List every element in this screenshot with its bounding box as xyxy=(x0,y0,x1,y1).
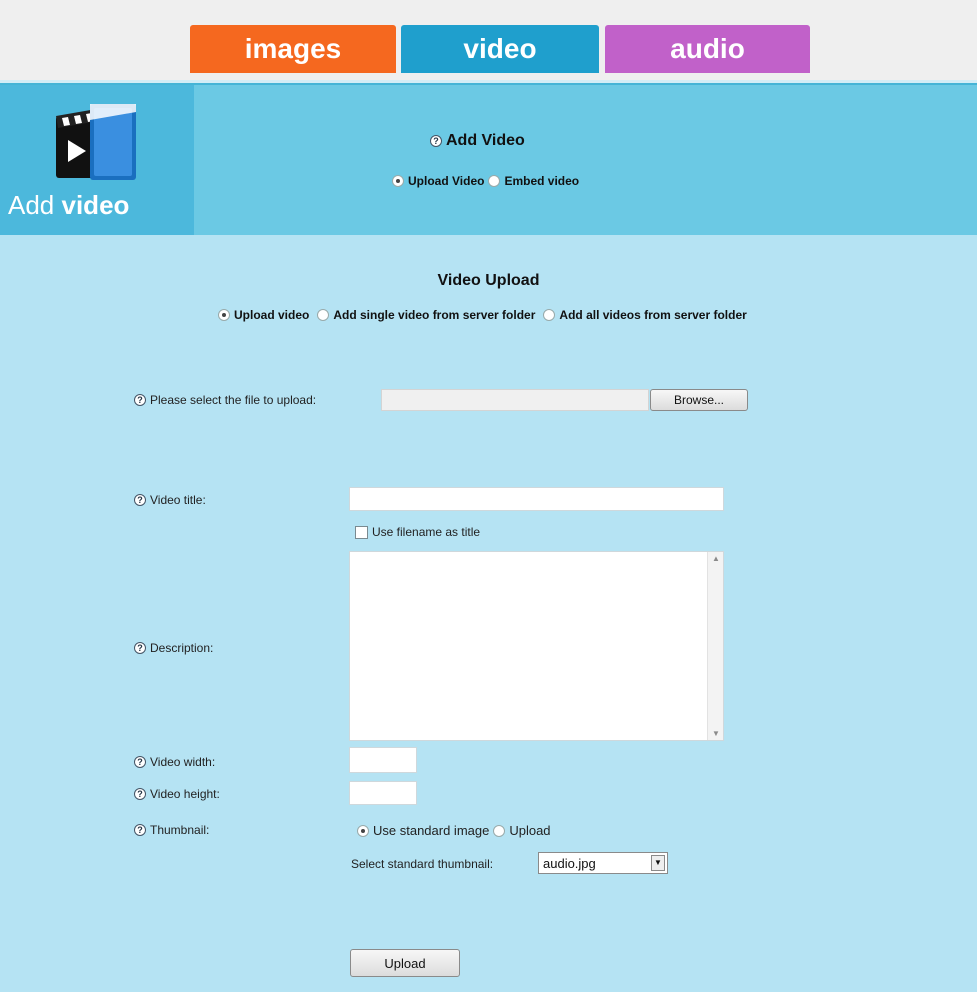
file-path-input[interactable] xyxy=(381,389,649,411)
title-label-text: Video title: xyxy=(150,493,206,507)
tab-audio[interactable]: audio xyxy=(605,25,810,73)
upload-source-options: Upload video Add single video from serve… xyxy=(218,308,747,322)
help-icon[interactable]: ? xyxy=(134,642,146,654)
scroll-up-icon[interactable]: ▲ xyxy=(712,554,720,563)
thumbnail-options: Use standard image Upload xyxy=(357,823,551,838)
video-height-input[interactable] xyxy=(349,781,417,805)
add-video-title: Add Video xyxy=(446,132,525,149)
video-title-input[interactable] xyxy=(349,487,724,511)
width-label-text: Video width: xyxy=(150,755,216,769)
width-field-label: ? Video width: xyxy=(134,755,215,769)
upload-thumbnail-label: Upload xyxy=(509,823,551,838)
logo-text: Add video xyxy=(8,190,129,221)
chevron-down-icon[interactable]: ▼ xyxy=(651,855,665,871)
upload-thumbnail-radio[interactable] xyxy=(493,824,506,837)
description-label-text: Description: xyxy=(150,641,214,655)
help-icon[interactable]: ? xyxy=(134,494,146,506)
video-width-input[interactable] xyxy=(349,747,417,773)
title-field-label: ? Video title: xyxy=(134,493,206,507)
help-icon[interactable]: ? xyxy=(134,788,146,800)
use-filename-checkbox[interactable] xyxy=(355,525,368,539)
help-icon[interactable]: ? xyxy=(134,394,146,406)
use-filename-row: Use filename as title xyxy=(355,525,480,539)
tab-video[interactable]: video xyxy=(401,25,599,73)
upload-source-radio[interactable] xyxy=(218,309,230,321)
scroll-down-icon[interactable]: ▼ xyxy=(712,729,720,738)
add-mode-options: Upload Video Embed video xyxy=(392,174,579,188)
embed-video-radio[interactable] xyxy=(488,175,501,187)
upload-button[interactable]: Upload xyxy=(350,949,460,977)
help-icon[interactable]: ? xyxy=(430,135,442,147)
embed-video-label: Embed video xyxy=(504,174,580,188)
use-standard-image-radio[interactable] xyxy=(357,824,369,837)
upload-video-label: Upload Video xyxy=(408,174,485,188)
all-server-radio[interactable] xyxy=(543,309,556,321)
height-label-text: Video height: xyxy=(150,787,220,801)
video-upload-title: Video Upload xyxy=(437,272,540,289)
use-filename-label: Use filename as title xyxy=(372,525,481,539)
add-video-heading: ? Add Video xyxy=(430,132,525,150)
file-label-text: Please select the file to upload: xyxy=(150,393,317,407)
height-field-label: ? Video height: xyxy=(134,787,220,801)
help-icon[interactable]: ? xyxy=(134,824,146,836)
standard-thumbnail-value: audio.jpg xyxy=(543,855,596,871)
browse-button[interactable]: Browse... xyxy=(650,389,748,411)
description-textarea[interactable]: ▲ ▼ xyxy=(349,551,724,741)
tab-images[interactable]: images xyxy=(190,25,396,73)
video-clapper-icon xyxy=(56,104,136,180)
description-scrollbar[interactable]: ▲ ▼ xyxy=(707,552,723,740)
thumbnail-label-text: Thumbnail: xyxy=(150,823,210,837)
logo-text-add: Add xyxy=(8,190,55,220)
single-server-radio[interactable] xyxy=(317,309,330,321)
upload-video-radio[interactable] xyxy=(392,175,404,187)
help-icon[interactable]: ? xyxy=(134,756,146,768)
standard-thumbnail-label: Select standard thumbnail: xyxy=(351,857,494,871)
file-field-label: ? Please select the file to upload: xyxy=(134,393,316,407)
single-server-label: Add single video from server folder xyxy=(333,308,536,322)
thumbnail-field-label: ? Thumbnail: xyxy=(134,823,209,837)
upload-source-label: Upload video xyxy=(234,308,310,322)
description-field-label: ? Description: xyxy=(134,641,213,655)
logo-text-video: video xyxy=(61,190,130,220)
standard-thumbnail-select[interactable]: audio.jpg ▼ xyxy=(538,852,668,874)
use-standard-image-label: Use standard image xyxy=(373,823,490,838)
all-server-label: Add all videos from server folder xyxy=(559,308,747,322)
